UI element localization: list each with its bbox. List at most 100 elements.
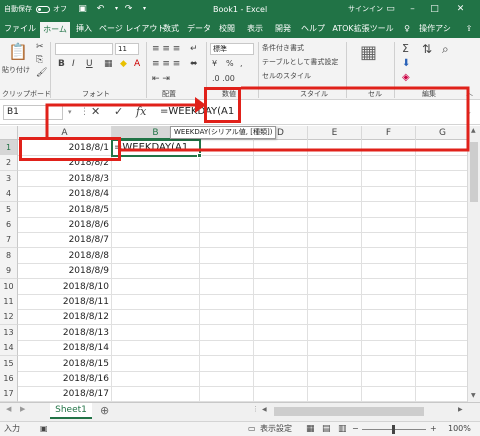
cell[interactable] xyxy=(254,386,308,403)
cell[interactable] xyxy=(362,217,416,233)
cell[interactable] xyxy=(200,170,254,187)
cell[interactable] xyxy=(308,355,362,372)
macro-record-icon[interactable]: ▣ xyxy=(40,422,48,436)
row-header[interactable]: 9 xyxy=(0,263,18,280)
ribbon-display-icon[interactable]: ▭ xyxy=(386,4,395,14)
tab-insert[interactable]: 挿入 xyxy=(72,19,96,38)
close-icon[interactable]: ✕ xyxy=(456,4,465,14)
cell-a[interactable]: 2018/8/13 xyxy=(18,324,112,341)
sort-filter-icon[interactable]: ⇅ xyxy=(422,42,432,56)
cell[interactable] xyxy=(416,386,468,403)
cell-b[interactable] xyxy=(112,217,200,233)
cell[interactable] xyxy=(362,386,416,403)
cell[interactable] xyxy=(254,170,308,187)
cell[interactable] xyxy=(416,201,468,218)
cell[interactable] xyxy=(200,201,254,218)
save-icon[interactable]: ▣ xyxy=(78,4,87,14)
cell-a[interactable]: 2018/8/3 xyxy=(18,170,112,187)
cell[interactable] xyxy=(200,263,254,280)
cell[interactable] xyxy=(308,309,362,326)
column-header-f[interactable]: F xyxy=(362,126,416,140)
scroll-left-icon[interactable]: ◀ xyxy=(262,406,267,413)
cell[interactable] xyxy=(416,186,468,203)
cell[interactable] xyxy=(362,155,416,172)
cell[interactable] xyxy=(416,309,468,326)
cell[interactable] xyxy=(200,232,254,249)
cell-b[interactable] xyxy=(112,386,200,403)
customize-toolbar-icon[interactable]: ▾ xyxy=(140,4,149,14)
row-header[interactable]: 8 xyxy=(0,247,18,264)
row-header[interactable]: 10 xyxy=(0,278,18,295)
cell[interactable] xyxy=(416,371,468,387)
share-icon[interactable]: ⇪ xyxy=(462,19,476,38)
find-icon[interactable]: ⌕ xyxy=(442,42,449,57)
cell-a[interactable]: 2018/8/11 xyxy=(18,294,112,310)
new-sheet-icon[interactable]: ⊕ xyxy=(100,404,109,417)
tab-splitter-icon[interactable]: ⋮ xyxy=(252,405,259,413)
scroll-up-icon[interactable]: ▲ xyxy=(471,127,476,134)
cell[interactable] xyxy=(200,186,254,203)
row-header[interactable]: 7 xyxy=(0,232,18,249)
scroll-right-icon[interactable]: ▶ xyxy=(458,406,463,413)
cell[interactable] xyxy=(254,309,308,326)
cell-b[interactable] xyxy=(112,371,200,387)
cell-b[interactable] xyxy=(112,340,200,357)
cell[interactable] xyxy=(200,386,254,403)
cell[interactable] xyxy=(362,371,416,387)
cell[interactable] xyxy=(254,324,308,341)
cell[interactable] xyxy=(254,217,308,233)
cell[interactable] xyxy=(308,201,362,218)
cell[interactable] xyxy=(200,155,254,172)
align-top-icon[interactable]: ≡ ≡ ≡ xyxy=(152,44,180,54)
cell[interactable] xyxy=(416,247,468,264)
indent-icon[interactable]: ⇤ ⇥ xyxy=(152,74,170,84)
tab-home[interactable]: ホーム xyxy=(40,20,70,38)
cell[interactable] xyxy=(254,263,308,280)
vertical-scroll-thumb[interactable] xyxy=(470,142,478,202)
column-header-e[interactable]: E xyxy=(308,126,362,140)
tell-me-search[interactable]: 操作アシ xyxy=(414,19,456,38)
redo-icon[interactable]: ↷ xyxy=(124,4,133,14)
cell-b[interactable] xyxy=(112,170,200,187)
underline-button[interactable]: U xyxy=(86,59,93,69)
name-box[interactable]: B1 xyxy=(3,105,63,120)
row-header[interactable]: 12 xyxy=(0,309,18,326)
cell[interactable] xyxy=(362,140,416,156)
scroll-down-icon[interactable]: ▼ xyxy=(471,392,476,399)
cell[interactable] xyxy=(362,294,416,310)
cell[interactable] xyxy=(308,294,362,310)
decimal-icon[interactable]: .0 .00 xyxy=(212,74,235,83)
percent-button[interactable]: % xyxy=(226,59,234,68)
cell[interactable] xyxy=(416,217,468,233)
cell[interactable] xyxy=(308,186,362,203)
undo-dropdown-icon[interactable]: ▾ xyxy=(112,4,121,14)
row-header[interactable]: 3 xyxy=(0,170,18,187)
cell-a[interactable]: 2018/8/16 xyxy=(18,371,112,387)
cell[interactable] xyxy=(362,170,416,187)
cell[interactable] xyxy=(254,340,308,357)
tab-review[interactable]: 校閲 xyxy=(216,19,238,38)
cell[interactable] xyxy=(362,324,416,341)
cell[interactable] xyxy=(362,201,416,218)
row-header[interactable]: 11 xyxy=(0,294,18,310)
cell[interactable] xyxy=(416,170,468,187)
minimize-icon[interactable]: – xyxy=(408,4,417,14)
maximize-icon[interactable]: □ xyxy=(430,4,439,14)
font-size-select[interactable]: 11 xyxy=(115,43,139,55)
cell[interactable] xyxy=(254,201,308,218)
next-sheet-icon[interactable]: ▶ xyxy=(20,405,25,413)
cell[interactable] xyxy=(254,294,308,310)
cell[interactable] xyxy=(200,294,254,310)
normal-view-icon[interactable]: ▦ xyxy=(306,422,315,436)
cell[interactable] xyxy=(254,155,308,172)
horizontal-scroll-thumb[interactable] xyxy=(274,407,424,416)
cell-a[interactable]: 2018/8/4 xyxy=(18,186,112,203)
cell-b[interactable] xyxy=(112,247,200,264)
cell[interactable] xyxy=(362,247,416,264)
cancel-icon[interactable]: ✕ xyxy=(91,105,100,119)
column-header-g[interactable]: G xyxy=(416,126,470,140)
cell[interactable] xyxy=(200,340,254,357)
row-header[interactable]: 2 xyxy=(0,155,18,172)
cell-a[interactable]: 2018/8/8 xyxy=(18,247,112,264)
wrap-text-icon[interactable]: ↵ xyxy=(190,44,198,54)
